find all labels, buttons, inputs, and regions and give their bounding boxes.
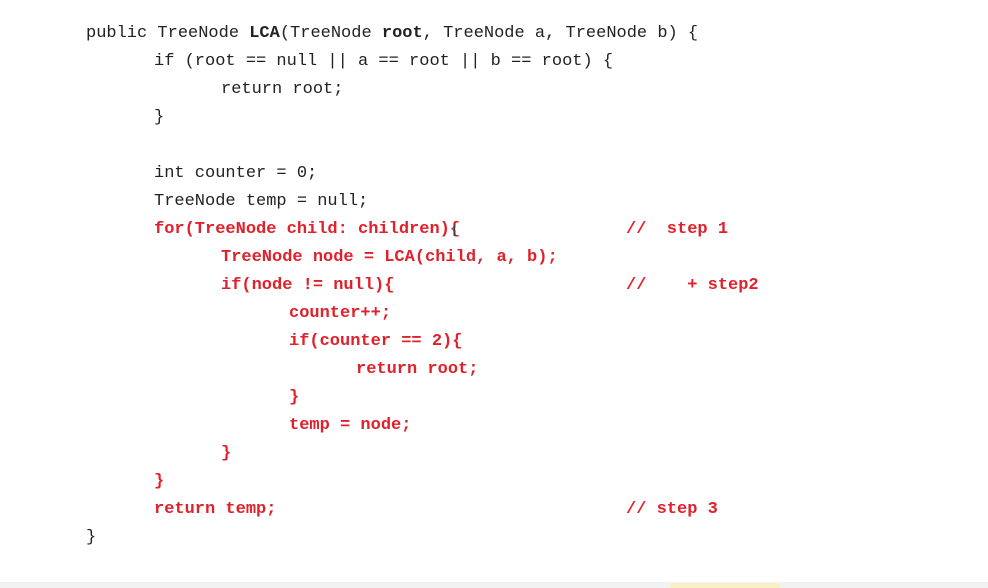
recursive-call-line: TreeNode node = LCA(child, a, b); <box>221 248 558 267</box>
bottom-edge-strip <box>0 582 988 588</box>
bottom-highlight-mark <box>670 583 780 588</box>
signature-param-open: (TreeNode <box>279 24 382 43</box>
base-case-close-brace: } <box>154 108 165 127</box>
method-name-lca: LCA <box>249 24 280 43</box>
param-root: root <box>381 24 423 43</box>
text-cursor-icon: I <box>452 221 457 240</box>
signature-rest: , TreeNode a, TreeNode b) { <box>422 24 699 43</box>
comment-step-1: // step 1 <box>626 220 729 239</box>
inner-if-close-brace: } <box>289 388 300 407</box>
base-case-return-line: return root; <box>221 80 344 99</box>
comment-step-3: // step 3 <box>626 500 718 519</box>
return-temp-line: return temp; <box>154 500 277 519</box>
counter-increment-line: counter++; <box>289 304 392 323</box>
for-loop-close-brace: } <box>154 472 165 491</box>
counter-check-line: if(counter == 2){ <box>289 332 463 351</box>
node-null-check-line: if(node != null){ <box>221 276 395 295</box>
temp-declaration-line: TreeNode temp = null; <box>154 192 369 211</box>
temp-assign-line: temp = node; <box>289 416 412 435</box>
for-loop-line: for(TreeNode child: children){ <box>154 220 461 239</box>
signature-prefix: public TreeNode <box>86 24 250 43</box>
counter-declaration-line: int counter = 0; <box>154 164 318 183</box>
base-case-if-line: if (root == null || a == root || b == ro… <box>154 52 614 71</box>
code-block: public TreeNode LCA(TreeNode root, TreeN… <box>0 0 988 588</box>
return-root-line: return root; <box>356 360 479 379</box>
slide-page: public TreeNode LCA(TreeNode root, TreeN… <box>0 0 988 588</box>
method-signature-line: public TreeNode LCA(TreeNode root, TreeN… <box>86 24 698 44</box>
node-if-close-brace: } <box>221 444 232 463</box>
comment-step-2: // + step2 <box>626 276 759 295</box>
method-close-brace: } <box>86 528 97 547</box>
